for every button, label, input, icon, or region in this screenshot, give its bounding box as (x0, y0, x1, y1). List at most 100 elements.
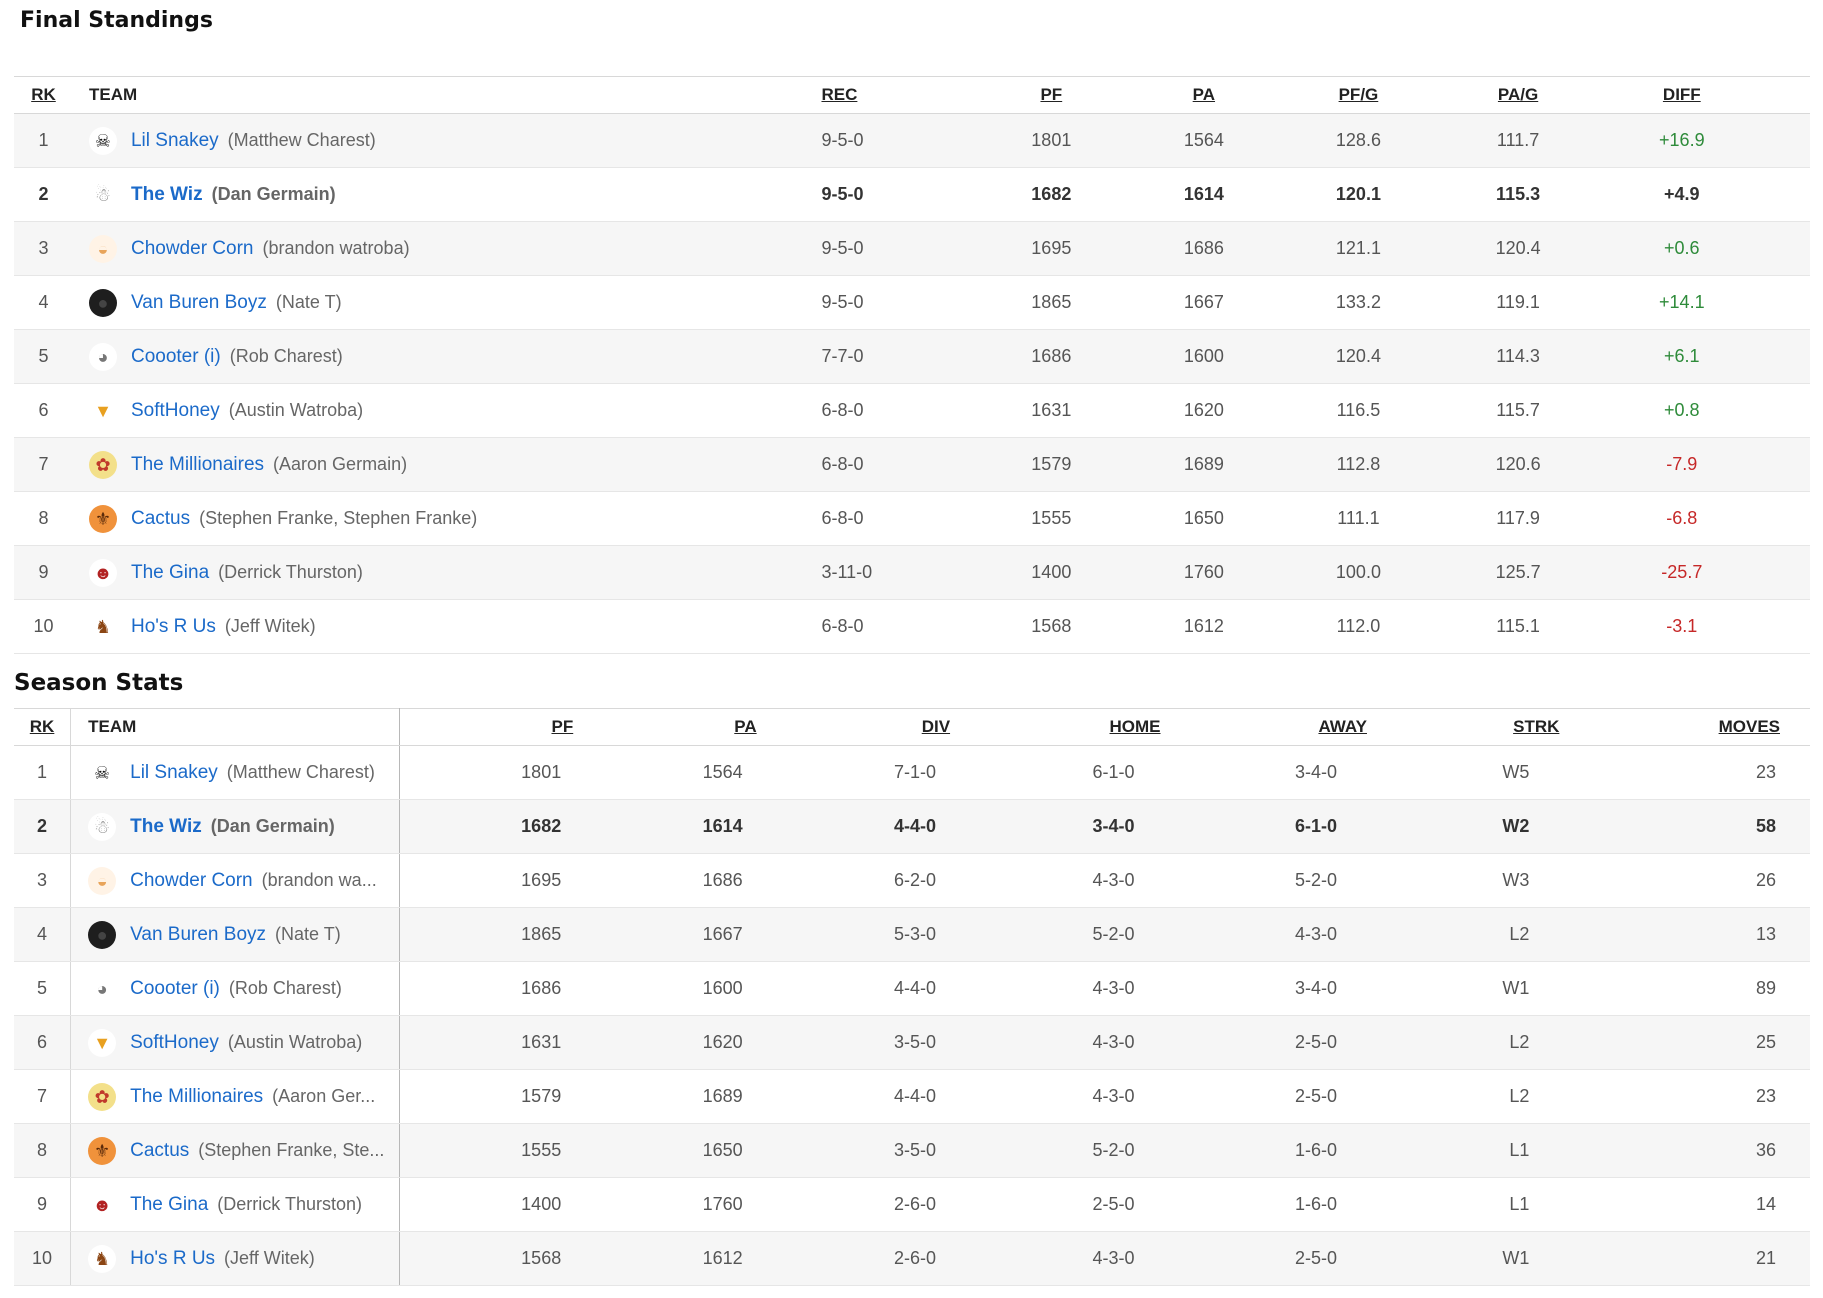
team-link[interactable]: Cactus (130, 1140, 189, 1162)
pf-cell: 1682 (399, 799, 574, 854)
team-link[interactable]: The Wiz (131, 184, 203, 206)
team-link[interactable]: The Gina (130, 1194, 208, 1216)
header-pa[interactable]: PA (573, 708, 757, 746)
rank-cell: 6 (14, 383, 73, 438)
table-row[interactable]: 9 ☻ The Gina (Derrick Thurston) 1400 1760 2-6-… (14, 1177, 1810, 1232)
table-row[interactable]: 1 ☠ Lil Snakey (Matthew Charest) 9-5-0 1801 15… (14, 113, 1810, 168)
team-link[interactable]: Lil Snakey (131, 130, 219, 152)
team-link[interactable]: The Wiz (130, 816, 202, 838)
team-link[interactable]: The Gina (131, 562, 209, 584)
table-row[interactable]: 6 ▼ SoftHoney (Austin Watroba) 6-8-0 1631 1620… (14, 383, 1810, 438)
team-link[interactable]: Cactus (131, 508, 190, 530)
header-rk[interactable]: RK (14, 708, 71, 746)
pag-cell: 114.3 (1437, 329, 1599, 384)
header-moves[interactable]: MOVES (1559, 708, 1810, 746)
table-row[interactable]: 6 ▼ SoftHoney (Austin Watroba) 1631 1620 3-5-0… (14, 1015, 1810, 1070)
team-link[interactable]: Lil Snakey (130, 762, 218, 784)
header-pag[interactable]: PA/G (1437, 76, 1599, 114)
rank-cell: 10 (14, 599, 73, 654)
team-link[interactable]: SoftHoney (131, 400, 220, 422)
pag-cell: 111.7 (1437, 113, 1599, 168)
table-row[interactable]: 2 ☃ The Wiz (Dan Germain) 9-5-0 1682 1614 120.1… (14, 167, 1810, 222)
table-row[interactable]: 10 ♞ Ho's R Us (Jeff Witek) 6-8-0 1568 1612 112… (14, 599, 1810, 654)
dark-portrait-icon: ● (88, 920, 117, 949)
team-link[interactable]: Ho's R Us (131, 616, 216, 638)
row-spacer (1765, 167, 1810, 222)
record-cell: 9-5-0 (821, 221, 975, 276)
pa-cell: 1650 (1128, 491, 1280, 546)
table-row[interactable]: 7 ✿ The Millionaires (Aaron Germain) 6-8-0 15… (14, 437, 1810, 492)
cactus-icon: ⚜ (88, 504, 117, 533)
moves-cell: 23 (1559, 745, 1810, 800)
rank-cell: 9 (14, 545, 73, 600)
header-div[interactable]: DIV (756, 708, 951, 746)
owner-name: (Stephen Franke, Stephen Franke) (199, 508, 478, 528)
record-cell: 7-7-0 (821, 329, 975, 384)
table-row[interactable]: 8 ⚜ Cactus (Stephen Franke, Ste... 1555 1650 3… (14, 1123, 1810, 1178)
home-cell: 2-5-0 (950, 1177, 1161, 1232)
team-link[interactable]: Coooter (i) (130, 978, 220, 1000)
team-link[interactable]: Van Buren Boyz (131, 292, 267, 314)
table-row[interactable]: 9 ☻ The Gina (Derrick Thurston) 3-11-0 1400 17… (14, 545, 1810, 600)
pfg-cell: 116.5 (1279, 383, 1438, 438)
team-link[interactable]: The Millionaires (130, 1086, 263, 1108)
rank-cell: 8 (14, 491, 73, 546)
team-link[interactable]: Van Buren Boyz (130, 924, 266, 946)
header-rk[interactable]: RK (14, 76, 73, 114)
team-link[interactable]: Coooter (i) (131, 346, 221, 368)
streak-cell: W3 (1366, 853, 1560, 908)
row-spacer (1765, 329, 1810, 384)
pag-cell: 120.4 (1437, 221, 1599, 276)
table-row[interactable]: 3 ◒ Chowder Corn (brandon wa... 1695 1686 6-2-… (14, 853, 1810, 908)
header-home[interactable]: HOME (950, 708, 1161, 746)
pa-cell: 1600 (573, 961, 757, 1016)
pa-cell: 1689 (1128, 437, 1280, 492)
away-cell: 1-6-0 (1160, 1177, 1367, 1232)
header-strk[interactable]: STRK (1366, 708, 1560, 746)
wizard-icon: ☃ (88, 180, 117, 209)
header-pf[interactable]: PF (974, 76, 1129, 114)
pag-cell: 125.7 (1437, 545, 1599, 600)
header-pf[interactable]: PF (399, 708, 574, 746)
header-pa[interactable]: PA (1128, 76, 1280, 114)
table-row[interactable]: 10 ♞ Ho's R Us (Jeff Witek) 1568 1612 2-6-0 4-3… (14, 1231, 1810, 1286)
header-diff[interactable]: DIFF (1598, 76, 1766, 114)
away-cell: 2-5-0 (1160, 1015, 1367, 1070)
pa-cell: 1614 (573, 799, 757, 854)
table-row[interactable]: 2 ☃ The Wiz (Dan Germain) 1682 1614 4-4-0 3-4-0… (14, 799, 1810, 854)
header-away[interactable]: AWAY (1160, 708, 1367, 746)
table-row[interactable]: 5 ◕ Coooter (i) (Rob Charest) 1686 1600 4-4-0 4… (14, 961, 1810, 1016)
table-row[interactable]: 8 ⚜ Cactus (Stephen Franke, Stephen Franke)… (14, 491, 1810, 546)
team-link[interactable]: The Millionaires (131, 454, 264, 476)
rank-cell: 7 (14, 437, 73, 492)
owner-name: (brandon watroba) (262, 238, 410, 258)
away-cell: 3-4-0 (1160, 745, 1367, 800)
drink-cup-icon: ▼ (88, 396, 117, 425)
standings-body: 1 ☠ Lil Snakey (Matthew Charest) 9-5-0 1801 15… (14, 113, 1810, 654)
team-link[interactable]: Chowder Corn (130, 870, 253, 892)
table-row[interactable]: 3 ◒ Chowder Corn (brandon watroba) 9-5-0 1695… (14, 221, 1810, 276)
table-row[interactable]: 5 ◕ Coooter (i) (Rob Charest) 7-7-0 1686 1600 1… (14, 329, 1810, 384)
table-row[interactable]: 4 ● Van Buren Boyz (Nate T) 9-5-0 1865 1667 133… (14, 275, 1810, 330)
pa-cell: 1600 (1128, 329, 1280, 384)
owner-name: (Matthew Charest) (227, 130, 376, 150)
pa-cell: 1614 (1128, 167, 1280, 222)
header-rec[interactable]: REC (821, 76, 975, 114)
pf-cell: 1695 (399, 853, 574, 908)
table-row[interactable]: 4 ● Van Buren Boyz (Nate T) 1865 1667 5-3-0 5-2… (14, 907, 1810, 962)
record-cell: 6-8-0 (821, 437, 975, 492)
header-pfg[interactable]: PF/G (1279, 76, 1438, 114)
pf-cell: 1400 (399, 1177, 574, 1232)
table-row[interactable]: 1 ☠ Lil Snakey (Matthew Charest) 1801 1564 7-1… (14, 745, 1810, 800)
pf-cell: 1555 (974, 491, 1129, 546)
pf-cell: 1579 (399, 1069, 574, 1124)
standings-header-row: RK TEAM REC PF PA PF/G PA/G DIFF (14, 76, 1810, 114)
team-link[interactable]: Chowder Corn (131, 238, 254, 260)
table-row[interactable]: 7 ✿ The Millionaires (Aaron Ger... 1579 1689 4… (14, 1069, 1810, 1124)
team-link[interactable]: Ho's R Us (130, 1248, 215, 1270)
pag-cell: 115.1 (1437, 599, 1599, 654)
pag-cell: 119.1 (1437, 275, 1599, 330)
team-link[interactable]: SoftHoney (130, 1032, 219, 1054)
row-spacer (1765, 599, 1810, 654)
pf-cell: 1686 (399, 961, 574, 1016)
